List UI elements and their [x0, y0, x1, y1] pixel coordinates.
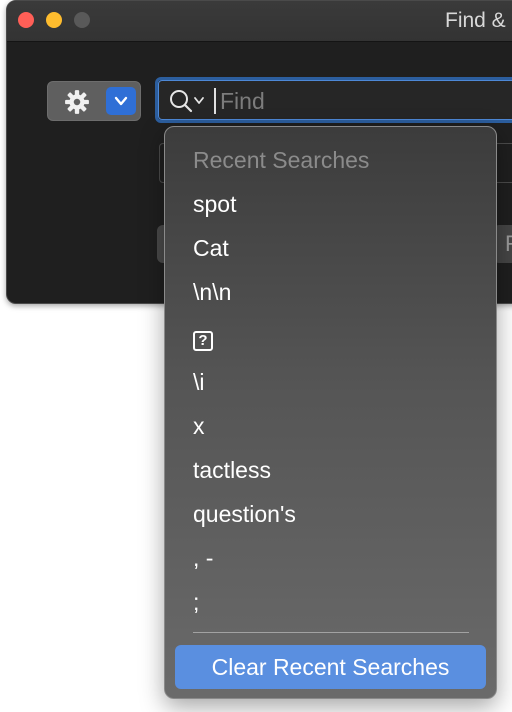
- recent-search-item[interactable]: tactless: [193, 450, 483, 490]
- clear-recent-searches-button[interactable]: Clear Recent Searches: [175, 645, 486, 689]
- recent-search-item[interactable]: question's: [193, 494, 483, 534]
- search-icon[interactable]: [168, 88, 194, 114]
- window-title: Find &: [445, 9, 506, 32]
- recent-searches-chevron-icon[interactable]: [193, 96, 205, 106]
- recent-searches-header: Recent Searches: [193, 147, 370, 173]
- recent-search-item[interactable]: \n\n: [193, 272, 483, 312]
- title-bar: Find &: [7, 1, 512, 42]
- recent-search-item[interactable]: spot: [193, 184, 483, 224]
- menu-separator: [193, 632, 469, 633]
- text-caret: [214, 88, 216, 114]
- close-window-button[interactable]: [18, 12, 34, 28]
- options-dropdown-button[interactable]: [106, 87, 136, 115]
- recent-search-item[interactable]: \i: [193, 362, 483, 402]
- recent-search-item[interactable]: x: [193, 406, 483, 446]
- ghost-button-label: F: [505, 231, 512, 257]
- zoom-window-button[interactable]: [74, 12, 90, 28]
- unknown-character-icon: ?: [193, 330, 213, 351]
- recent-search-item[interactable]: , -: [193, 538, 483, 578]
- find-input[interactable]: [218, 84, 512, 118]
- find-search-field[interactable]: [155, 77, 512, 123]
- recent-search-item[interactable]: ;: [193, 582, 483, 622]
- gear-icon[interactable]: [64, 89, 90, 115]
- options-button-group[interactable]: [47, 81, 141, 121]
- recent-search-item[interactable]: ?: [193, 319, 483, 359]
- recent-search-item[interactable]: Cat: [193, 228, 483, 268]
- minimize-window-button[interactable]: [46, 12, 62, 28]
- recent-searches-menu: Recent Searches spot Cat \n\n ? \i x tac…: [164, 126, 497, 699]
- chevron-down-icon: [114, 96, 128, 106]
